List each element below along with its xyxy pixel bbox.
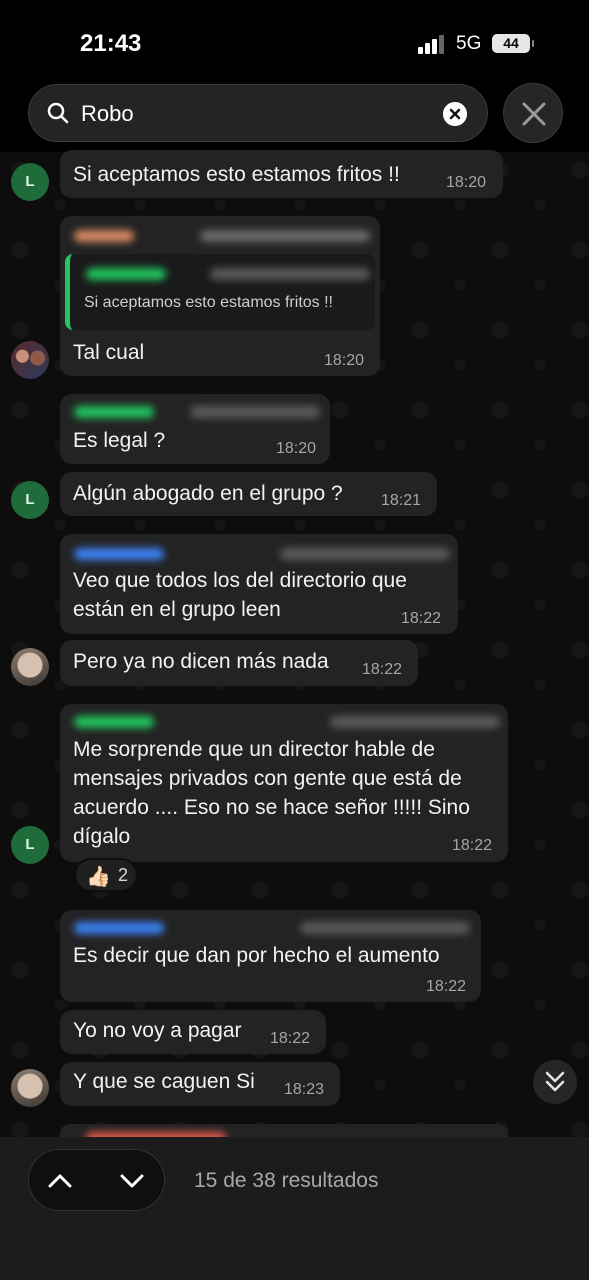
message-text: dígalo (73, 825, 131, 848)
search-icon (47, 102, 69, 124)
reaction-badge[interactable]: 👍🏻 2 (74, 858, 138, 892)
message-time: 18:20 (276, 440, 317, 457)
avatar[interactable] (11, 1069, 49, 1107)
message-bubble[interactable]: Pero ya no dicen más nada 18:22 (60, 640, 418, 686)
search-header: Robo (0, 80, 589, 152)
quote-text: Si aceptamos esto estamos fritos !! (84, 294, 333, 311)
sender-name-blurred (74, 406, 154, 418)
sender-phone-blurred (200, 230, 370, 242)
thumbs-up-icon: 👍🏻 (86, 866, 111, 888)
message-bubble[interactable]: Yo no voy a pagar 18:22 (60, 1010, 326, 1054)
message-text: Veo que todos los del directorio que (73, 569, 407, 592)
message-text: acuerdo .... Eso no se hace señor !!!!! … (73, 796, 470, 819)
avatar[interactable]: L (11, 481, 49, 519)
sender-name-blurred (74, 548, 164, 560)
sender-name-blurred (74, 716, 154, 728)
sender-phone-blurred (300, 922, 470, 934)
sender-phone-blurred (190, 406, 320, 418)
results-count: 15 de 38 resultados (194, 1169, 379, 1192)
search-query: Robo (81, 101, 134, 126)
clear-search-button[interactable] (443, 102, 467, 126)
close-search-button[interactable] (503, 83, 563, 143)
message-bubble[interactable]: Y que se caguen Si 18:23 (60, 1062, 340, 1106)
message-bubble[interactable]: Si aceptamos esto estamos fritos !! Tal … (60, 216, 380, 376)
sender-name-blurred (74, 922, 164, 934)
quote-sender-blurred (86, 268, 166, 280)
reaction-count: 2 (118, 865, 129, 885)
quoted-message[interactable]: Si aceptamos esto estamos fritos !! (65, 254, 375, 330)
message-text: Tal cual (73, 341, 145, 364)
network-label: 5G (456, 33, 482, 54)
message-time: 18:22 (426, 978, 467, 995)
avatar[interactable]: L (11, 163, 49, 201)
next-result-button[interactable] (115, 1164, 149, 1198)
message-bubble[interactable]: Algún abogado en el grupo ? 18:21 (60, 472, 437, 516)
message-time: 18:22 (270, 1030, 311, 1047)
message-time: 18:22 (362, 661, 403, 678)
message-bubble[interactable]: Si aceptamos esto estamos fritos !! 18:2… (60, 150, 503, 198)
message-time: 18:20 (324, 352, 365, 369)
message-bubble[interactable]: Me sorprende que un director hable de me… (60, 704, 508, 862)
message-bubble[interactable]: Es decir que dan por hecho el aumento 18… (60, 910, 481, 1002)
message-time: 18:23 (284, 1081, 325, 1098)
message-text: Pero ya no dicen más nada (73, 650, 329, 673)
avatar[interactable] (11, 341, 49, 379)
message-text: Y que se caguen Si (73, 1070, 255, 1093)
status-bar: 21:43 5G 44 (0, 0, 589, 80)
message-time: 18:21 (381, 492, 422, 509)
message-time: 18:20 (446, 174, 487, 191)
sender-phone-blurred (330, 716, 500, 728)
message-bubble[interactable]: Veo que todos los del directorio que est… (60, 534, 458, 634)
avatar[interactable] (11, 648, 49, 686)
message-text: mensajes privados con gente que está de (73, 767, 462, 790)
previous-result-button[interactable] (43, 1164, 77, 1198)
message-bubble[interactable]: Es legal ? 18:20 (60, 394, 330, 464)
status-time: 21:43 (80, 30, 142, 57)
quote-phone-blurred (210, 268, 370, 280)
message-text: Algún abogado en el grupo ? (73, 482, 343, 505)
search-results-bar: 15 de 38 resultados (0, 1137, 589, 1280)
message-text: Yo no voy a pagar (73, 1019, 242, 1042)
sender-phone-blurred (280, 548, 450, 560)
message-text: están en el grupo leen (73, 598, 281, 621)
signal-icon (418, 34, 448, 54)
avatar[interactable]: L (11, 826, 49, 864)
sender-name-blurred (74, 230, 134, 242)
double-chevron-down-icon (545, 1071, 565, 1092)
message-text: Es legal ? (73, 429, 166, 452)
close-icon (522, 102, 546, 126)
scroll-to-bottom-button[interactable] (533, 1060, 577, 1104)
message-time: 18:22 (452, 837, 493, 854)
message-time: 18:22 (401, 610, 442, 627)
search-input[interactable]: Robo (28, 84, 488, 142)
message-text: Es decir que dan por hecho el aumento (73, 944, 440, 967)
battery-icon: 44 (492, 34, 534, 53)
result-navigation (28, 1149, 165, 1211)
message-text: Si aceptamos esto estamos fritos !! (73, 163, 400, 186)
message-text: Me sorprende que un director hable de (73, 738, 435, 761)
